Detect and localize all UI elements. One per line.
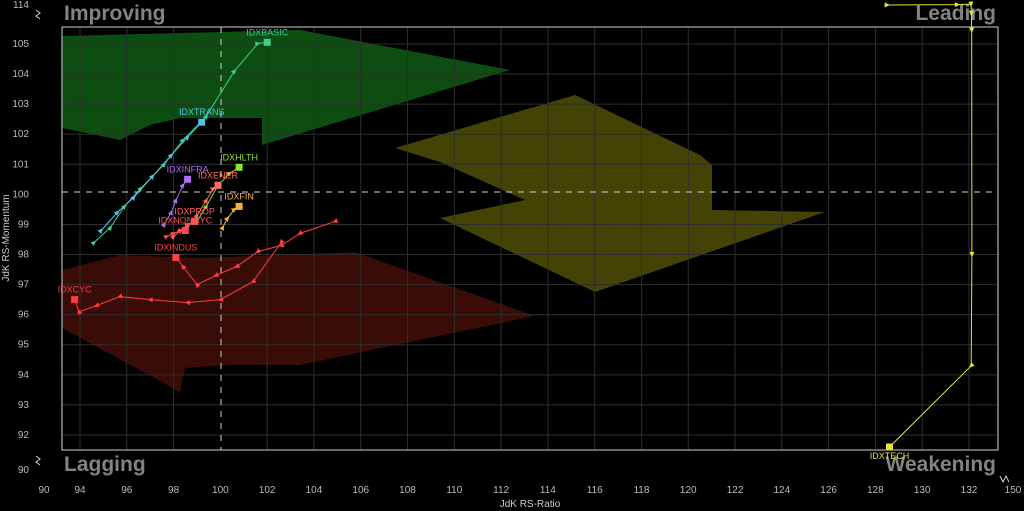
x-tick-label: 112 — [493, 485, 509, 496]
series-head-marker — [184, 175, 192, 183]
y-tick-label: 95 — [18, 340, 30, 351]
series-label: IDXHLTH — [220, 152, 258, 162]
y-tick-label: 102 — [12, 129, 29, 140]
y-tick-label: 100 — [12, 189, 29, 200]
series-label: IDXFIN — [224, 191, 254, 201]
series-label: IDXTRANS — [179, 107, 225, 117]
y-tick-label: 103 — [12, 99, 29, 110]
x-tick-label: 102 — [259, 485, 276, 496]
series-head-marker — [71, 296, 79, 304]
x-tick-label: 150 — [1005, 485, 1022, 496]
x-tick-label: 98 — [168, 485, 180, 496]
y-tick-label: 93 — [18, 400, 30, 411]
series-label: IDXCYC — [58, 285, 93, 295]
x-tick-label: 106 — [352, 485, 369, 496]
y-tick-label: 97 — [18, 280, 30, 291]
x-tick-label: 90 — [38, 485, 50, 496]
series-head-marker — [886, 443, 893, 451]
series-head-marker — [172, 254, 180, 261]
series-head-marker — [198, 118, 206, 126]
y-tick-label: 96 — [18, 310, 30, 321]
x-tick-label: 128 — [867, 485, 884, 496]
x-tick-label: 116 — [587, 485, 603, 496]
x-tick-label: 114 — [540, 485, 556, 496]
series-head-marker — [235, 202, 243, 210]
x-tick-label: 110 — [446, 485, 462, 496]
x-tick-label: 104 — [306, 485, 323, 496]
quadrant-label-improving: Improving — [64, 2, 166, 25]
x-tick-label: 120 — [680, 485, 697, 496]
y-tick-label: 90 — [18, 465, 30, 476]
series-head-marker — [181, 227, 189, 234]
series-label: IDXNONCYC — [158, 216, 213, 226]
series-label: IDXBASIC — [246, 27, 289, 37]
rrg-chart: Improving Leading Lagging Weakening 90 94… — [0, 0, 1024, 511]
x-tick-label: 94 — [74, 485, 86, 496]
y-tick-label: 99 — [18, 219, 30, 230]
series-label: IDXTECH — [870, 451, 910, 461]
x-tick-label: 122 — [727, 485, 744, 496]
x-tick-label: 108 — [399, 485, 416, 496]
series-head-marker — [263, 38, 271, 46]
x-tick-label: 126 — [820, 485, 837, 496]
series-head-marker — [214, 181, 222, 189]
x-tick-label: 132 — [961, 485, 978, 496]
y-axis-label: JdK RS-Momentum — [1, 194, 12, 281]
y-tick-label: 101 — [12, 159, 29, 170]
x-tick-label: 124 — [773, 485, 790, 496]
y-tick-label: 98 — [18, 250, 30, 261]
x-tick-label: 118 — [633, 485, 649, 496]
x-tick-label: 130 — [914, 485, 931, 496]
y-tick-label: 105 — [12, 39, 29, 50]
series-label: IDXENER — [198, 170, 239, 180]
x-tick-label: 100 — [212, 485, 229, 496]
series-label: IDXINDUS — [154, 243, 197, 253]
quadrant-label-lagging: Lagging — [64, 453, 146, 476]
y-tick-label: 104 — [12, 69, 29, 80]
y-tick-label: 92 — [18, 430, 30, 441]
x-tick-label: 96 — [121, 485, 133, 496]
y-tick-label: 114 — [13, 0, 29, 11]
x-axis-label: JdK RS-Ratio — [500, 499, 561, 510]
y-tick-label: 94 — [18, 370, 30, 381]
